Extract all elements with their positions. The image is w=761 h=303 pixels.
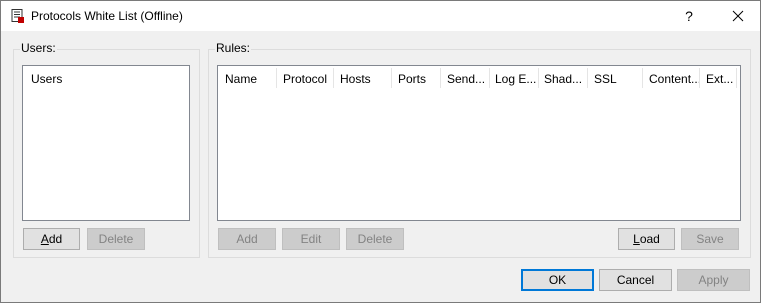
rules-column-header[interactable]: Protocol [283, 72, 333, 86]
column-divider[interactable] [333, 68, 334, 88]
rules-column-header[interactable]: Hosts [340, 72, 390, 86]
rules-column-header[interactable]: Ext... [706, 72, 736, 86]
rules-delete-button[interactable]: Delete [346, 228, 404, 250]
rules-column-header[interactable]: Content... [649, 72, 699, 86]
apply-button[interactable]: Apply [677, 269, 750, 291]
column-divider[interactable] [587, 68, 588, 88]
users-delete-button[interactable]: Delete [87, 228, 145, 250]
column-divider[interactable] [538, 68, 539, 88]
column-divider[interactable] [489, 68, 490, 88]
rules-add-button[interactable]: Add [218, 228, 276, 250]
rules-column-header[interactable]: Name [225, 72, 275, 86]
rules-column-header[interactable]: Log E... [495, 72, 537, 86]
users-list[interactable]: Users [22, 65, 190, 221]
help-button[interactable]: ? [675, 3, 703, 29]
column-divider[interactable] [642, 68, 643, 88]
rules-group-label: Rules: [215, 41, 252, 55]
rules-list[interactable]: Name Protocol Hosts Ports Send... Log E.… [217, 65, 741, 221]
rules-column-header[interactable]: Send... [447, 72, 487, 86]
document-list-icon [11, 9, 24, 23]
rules-column-header[interactable]: Shad... [544, 72, 586, 86]
column-divider[interactable] [699, 68, 700, 88]
dialog-window: Protocols White List (Offline) ? Users: … [0, 0, 761, 303]
column-divider[interactable] [391, 68, 392, 88]
column-divider[interactable] [440, 68, 441, 88]
column-divider[interactable] [736, 68, 737, 88]
rules-column-header[interactable]: SSL [594, 72, 634, 86]
users-add-button[interactable]: Add [23, 228, 80, 250]
rules-save-button[interactable]: Save [681, 228, 739, 250]
window-title: Protocols White List (Offline) [31, 9, 183, 23]
cancel-button[interactable]: Cancel [599, 269, 672, 291]
rules-column-header[interactable]: Ports [398, 72, 438, 86]
rules-load-button[interactable]: Load [618, 228, 675, 250]
users-list-header[interactable]: Users [31, 72, 62, 86]
users-group-label: Users: [20, 41, 57, 55]
close-icon[interactable] [722, 3, 754, 29]
title-bar[interactable]: Protocols White List (Offline) ? [1, 1, 760, 31]
rules-edit-button[interactable]: Edit [282, 228, 340, 250]
ok-button[interactable]: OK [521, 269, 594, 291]
column-divider[interactable] [276, 68, 277, 88]
